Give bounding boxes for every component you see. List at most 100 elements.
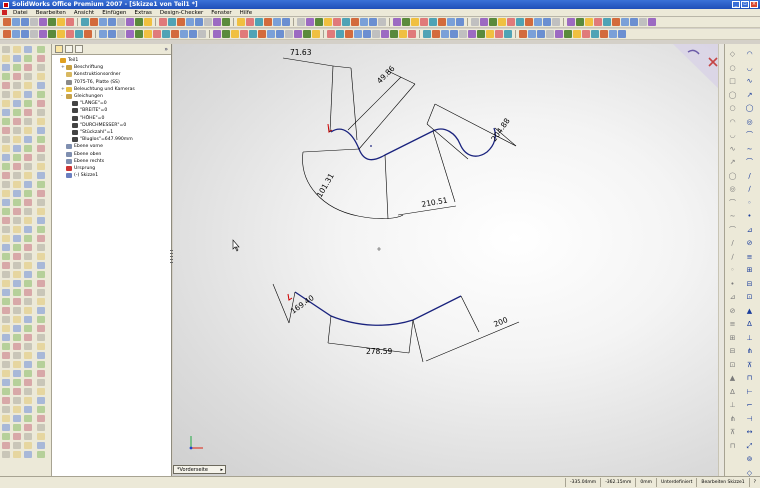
sketch-tool-icon[interactable]: ⊘ xyxy=(745,239,754,248)
command-icon[interactable] xyxy=(24,235,32,242)
command-icon[interactable] xyxy=(37,181,45,188)
command-icon[interactable] xyxy=(24,163,32,170)
command-icon[interactable] xyxy=(37,334,45,341)
command-icon[interactable] xyxy=(37,199,45,206)
toolbar-button-icon[interactable] xyxy=(189,30,197,38)
command-icon[interactable] xyxy=(24,370,32,377)
command-icon[interactable] xyxy=(37,442,45,449)
feature-tree-item[interactable]: "DURCHMESSER"=0 xyxy=(55,122,171,129)
command-icon[interactable] xyxy=(37,415,45,422)
command-icon[interactable] xyxy=(2,91,10,98)
toolbar-button-icon[interactable] xyxy=(567,18,575,26)
command-icon[interactable] xyxy=(37,361,45,368)
command-icon[interactable] xyxy=(37,82,45,89)
command-icon[interactable] xyxy=(2,451,10,458)
toolbar-button-icon[interactable] xyxy=(204,18,212,26)
toolbar-button-icon[interactable] xyxy=(528,30,536,38)
menu-einfuegen[interactable]: Einfügen xyxy=(98,10,130,16)
command-icon[interactable] xyxy=(13,433,21,440)
toolbar-button-icon[interactable] xyxy=(381,30,389,38)
command-icon[interactable] xyxy=(2,46,10,53)
toolbar-button-icon[interactable] xyxy=(519,30,527,38)
command-icon[interactable] xyxy=(13,109,21,116)
command-icon[interactable] xyxy=(2,64,10,71)
feature-tree-item[interactable]: "HÖHE"=0 xyxy=(55,115,171,122)
sketch-tool-icon[interactable]: ⊓ xyxy=(728,442,737,451)
command-icon[interactable] xyxy=(24,82,32,89)
toolbar-button-icon[interactable] xyxy=(180,30,188,38)
sketch-tool-icon[interactable]: ≡ xyxy=(745,253,754,262)
command-icon[interactable] xyxy=(13,118,21,125)
expand-toggle-icon[interactable]: + xyxy=(61,87,65,92)
sketch-tool-icon[interactable]: ⌒ xyxy=(728,199,737,208)
sketch-tool-icon[interactable]: ⊞ xyxy=(728,334,737,343)
toolbar-button-icon[interactable] xyxy=(282,18,290,26)
sketch-tool-icon[interactable]: ⊟ xyxy=(728,347,737,356)
toolbar-button-icon[interactable] xyxy=(621,18,629,26)
toolbar-button-icon[interactable] xyxy=(480,18,488,26)
toolbar-button-icon[interactable] xyxy=(21,30,29,38)
expand-toggle-icon[interactable]: - xyxy=(61,94,65,99)
command-icon[interactable] xyxy=(13,361,21,368)
sketch-tool-icon[interactable]: / xyxy=(728,239,737,248)
toolbar-button-icon[interactable] xyxy=(213,30,221,38)
toolbar-button-icon[interactable] xyxy=(99,30,107,38)
toolbar-button-icon[interactable] xyxy=(3,30,11,38)
sketch-tool-icon[interactable]: ⤢ xyxy=(745,442,754,451)
command-icon[interactable] xyxy=(13,226,21,233)
command-icon[interactable] xyxy=(24,217,32,224)
toolbar-button-icon[interactable] xyxy=(447,18,455,26)
toolbar-button-icon[interactable] xyxy=(459,30,467,38)
command-icon[interactable] xyxy=(13,253,21,260)
menu-extras[interactable]: Extras xyxy=(131,10,156,16)
command-icon[interactable] xyxy=(13,64,21,71)
command-icon[interactable] xyxy=(37,217,45,224)
toolbar-button-icon[interactable] xyxy=(423,30,431,38)
sketch-tool-icon[interactable]: ⊣ xyxy=(745,415,754,424)
command-icon[interactable] xyxy=(37,397,45,404)
toolbar-button-icon[interactable] xyxy=(171,30,179,38)
toolbar-button-icon[interactable] xyxy=(237,18,245,26)
command-icon[interactable] xyxy=(24,253,32,260)
toolbar-button-icon[interactable] xyxy=(273,18,281,26)
command-icon[interactable] xyxy=(13,208,21,215)
toolbar-button-icon[interactable] xyxy=(594,18,602,26)
command-icon[interactable] xyxy=(37,325,45,332)
command-icon[interactable] xyxy=(24,415,32,422)
toolbar-button-icon[interactable] xyxy=(312,30,320,38)
command-icon[interactable] xyxy=(24,343,32,350)
command-icon[interactable] xyxy=(37,190,45,197)
sketch-tool-icon[interactable]: ≡ xyxy=(728,320,737,329)
command-icon[interactable] xyxy=(2,73,10,80)
toolbar-button-icon[interactable] xyxy=(543,18,551,26)
command-icon[interactable] xyxy=(2,433,10,440)
command-icon[interactable] xyxy=(2,235,10,242)
command-icon[interactable] xyxy=(2,226,10,233)
command-icon[interactable] xyxy=(24,388,32,395)
toolbar-button-icon[interactable] xyxy=(117,30,125,38)
sketch-tool-icon[interactable]: ∕ xyxy=(745,185,754,194)
toolbar-button-icon[interactable] xyxy=(81,18,89,26)
toolbar-button-icon[interactable] xyxy=(12,18,20,26)
toolbar-button-icon[interactable] xyxy=(603,18,611,26)
toolbar-button-icon[interactable] xyxy=(432,30,440,38)
toolbar-button-icon[interactable] xyxy=(12,30,20,38)
sketch-tool-icon[interactable]: ⊥ xyxy=(728,401,737,410)
toolbar-button-icon[interactable] xyxy=(39,30,47,38)
toolbar-button-icon[interactable] xyxy=(585,18,593,26)
toolbar-button-icon[interactable] xyxy=(144,18,152,26)
command-icon[interactable] xyxy=(37,154,45,161)
command-icon[interactable] xyxy=(24,433,32,440)
feature-tree-item[interactable]: Ebene vorne xyxy=(55,143,171,150)
toolbar-button-icon[interactable] xyxy=(468,30,476,38)
command-icon[interactable] xyxy=(13,235,21,242)
command-icon[interactable] xyxy=(2,307,10,314)
command-icon[interactable] xyxy=(13,316,21,323)
sketch-tool-icon[interactable]: ◯ xyxy=(728,172,737,181)
sketch-tool-icon[interactable]: ⌒ xyxy=(745,158,754,167)
sketch-tool-icon[interactable]: ⊘ xyxy=(728,307,737,316)
toolbar-button-icon[interactable] xyxy=(369,18,377,26)
sketch-tool-icon[interactable]: ∿ xyxy=(745,77,754,86)
toolbar-button-icon[interactable] xyxy=(258,30,266,38)
command-icon[interactable] xyxy=(2,253,10,260)
